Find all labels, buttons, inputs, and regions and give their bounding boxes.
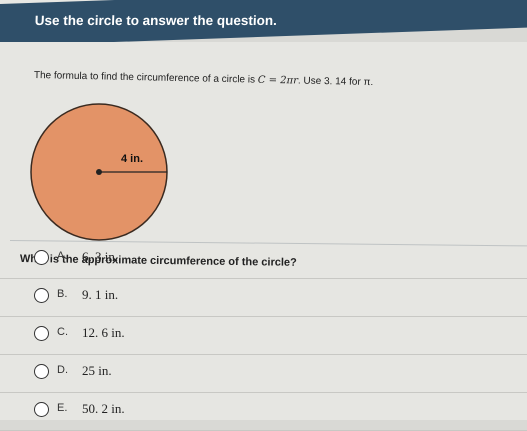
option-d[interactable]: D. 25 in.: [0, 354, 527, 393]
radius-label: 4 in.: [121, 153, 143, 165]
radio-button[interactable]: [34, 402, 49, 417]
banner-text: Use the circle to answer the question.: [34, 12, 278, 28]
formula-prefix: The formula to find the circumference of…: [33, 70, 256, 86]
option-b[interactable]: B. 9. 1 in.: [0, 278, 527, 317]
option-text: 6. 3 in.: [82, 249, 119, 264]
option-letter: D.: [57, 364, 68, 376]
option-letter: E.: [57, 402, 68, 414]
radio-button[interactable]: [34, 326, 49, 341]
instruction-banner: Use the circle to answer the question.: [0, 0, 527, 46]
option-a[interactable]: A. 6. 3 in.: [0, 240, 527, 279]
option-c[interactable]: C. 12. 6 in.: [0, 316, 527, 355]
option-letter: C.: [57, 326, 68, 338]
option-text: 9. 1 in.: [82, 287, 119, 302]
radio-button[interactable]: [34, 364, 49, 379]
option-text: 50. 2 in.: [82, 401, 125, 416]
option-e[interactable]: E. 50. 2 in.: [0, 392, 527, 431]
option-text: 25 in.: [82, 363, 112, 378]
option-letter: A.: [57, 250, 68, 262]
radio-button[interactable]: [34, 250, 49, 265]
option-text: 12. 6 in.: [82, 325, 125, 340]
formula-suffix: . Use 3. 14 for π.: [297, 75, 374, 89]
formula-text: The formula to find the circumference of…: [34, 70, 374, 88]
radio-button[interactable]: [34, 288, 49, 303]
circle-svg: 4 in.: [30, 103, 168, 241]
circle-figure: 4 in.: [15, 102, 185, 247]
option-letter: B.: [57, 288, 68, 300]
formula-equation: C = 2πr: [257, 74, 299, 87]
